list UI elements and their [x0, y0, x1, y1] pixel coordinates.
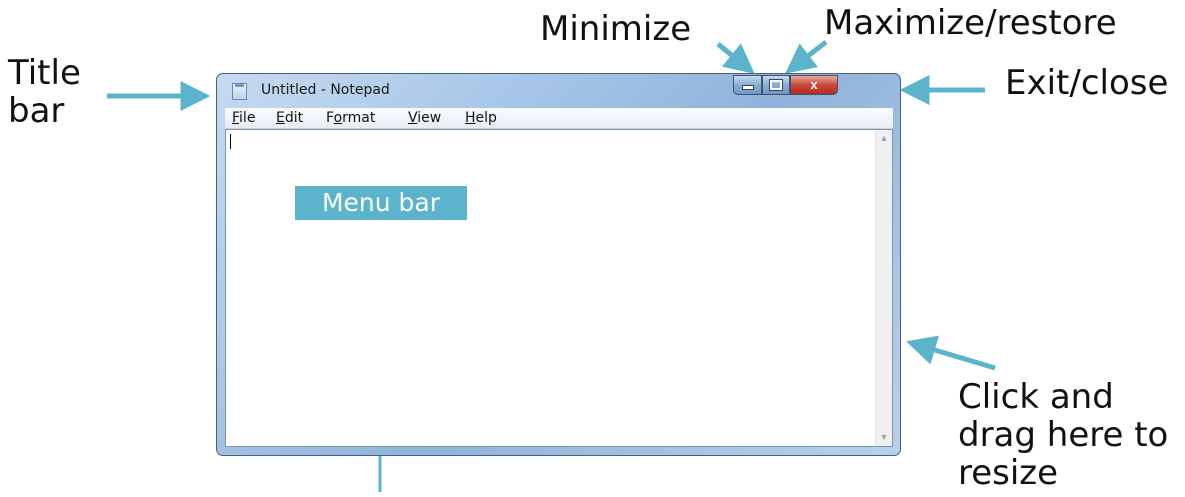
text-caret — [230, 134, 231, 149]
window-title: Untitled - Notepad — [261, 82, 390, 98]
scroll-up-icon[interactable]: ▲ — [876, 130, 892, 147]
menu-view[interactable]: View — [408, 110, 441, 126]
maximize-arrow — [785, 40, 828, 74]
close-button[interactable]: x — [790, 75, 838, 95]
notepad-icon[interactable] — [232, 83, 247, 100]
menu-file[interactable]: File — [232, 110, 255, 126]
menu-help[interactable]: Help — [465, 110, 497, 126]
title-bar-annotation: Title bar — [8, 53, 81, 132]
resize-arrow — [906, 335, 996, 371]
resize-annotation: Click and drag here to resize — [958, 377, 1169, 494]
minimize-icon — [741, 85, 754, 90]
exit-close-annotation: Exit/close — [1005, 63, 1169, 103]
close-icon: x — [810, 77, 818, 92]
vertical-scrollbar[interactable]: ▲ ▼ — [875, 130, 892, 446]
menu-edit[interactable]: Edit — [276, 110, 303, 126]
maximize-button[interactable] — [762, 75, 790, 95]
notepad-window[interactable]: Untitled - Notepad x File Edit Format Vi… — [216, 73, 901, 456]
maximize-icon — [769, 79, 783, 91]
menu-bar: File Edit Format View Help — [225, 108, 893, 129]
minimize-annotation: Minimize — [540, 9, 692, 49]
scroll-down-icon[interactable]: ▼ — [876, 429, 892, 446]
menu-bar-callout: Menu bar — [295, 186, 467, 220]
title-bar[interactable]: Untitled - Notepad x — [217, 74, 900, 108]
minimize-arrow — [716, 42, 755, 74]
maximize-restore-annotation: Maximize/restore — [824, 3, 1117, 43]
minimize-button[interactable] — [733, 75, 762, 95]
menu-format[interactable]: Format — [326, 110, 375, 126]
text-editor-area[interactable]: ▲ ▼ — [225, 129, 893, 447]
